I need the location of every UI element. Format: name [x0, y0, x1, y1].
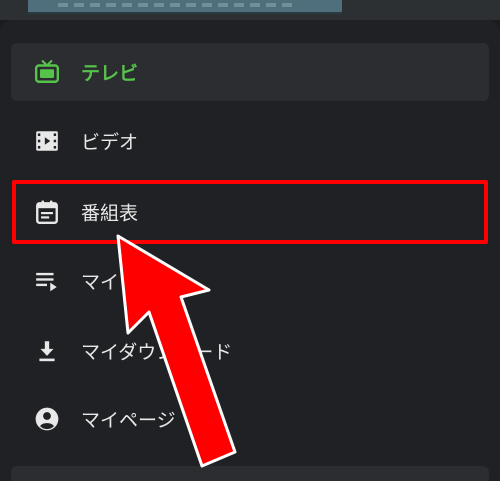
menu-item-video[interactable]: ビデオ [11, 112, 489, 170]
menu-item-label: ビデオ [81, 131, 139, 154]
menu-item-mypage[interactable]: マイページ [11, 390, 489, 448]
menu-item-label: 番組表 [81, 202, 139, 225]
next-menu-section [11, 466, 489, 481]
account-icon [33, 405, 61, 433]
calendar-icon [33, 198, 61, 226]
menu-item-label: マイリスト [81, 271, 177, 294]
background-thumbnail [28, 0, 342, 14]
menu-item-mydownload[interactable]: マイダウンロード [11, 322, 489, 380]
video-icon [33, 127, 61, 155]
menu-item-label: マイダウンロード [81, 341, 233, 364]
menu-item-tv[interactable]: テレビ [11, 43, 489, 101]
menu-item-label: テレビ [81, 62, 139, 85]
background-content [0, 0, 500, 20]
tv-icon [33, 58, 61, 86]
navigation-menu: テレビ ビデオ 番組表 マイリスト マイダウンロード マイページ [0, 20, 500, 481]
download-icon [33, 337, 61, 365]
menu-item-label: マイページ [81, 409, 176, 432]
playlist-icon [33, 267, 61, 295]
menu-item-schedule[interactable]: 番組表 [11, 183, 489, 241]
menu-item-mylist[interactable]: マイリスト [11, 252, 489, 310]
